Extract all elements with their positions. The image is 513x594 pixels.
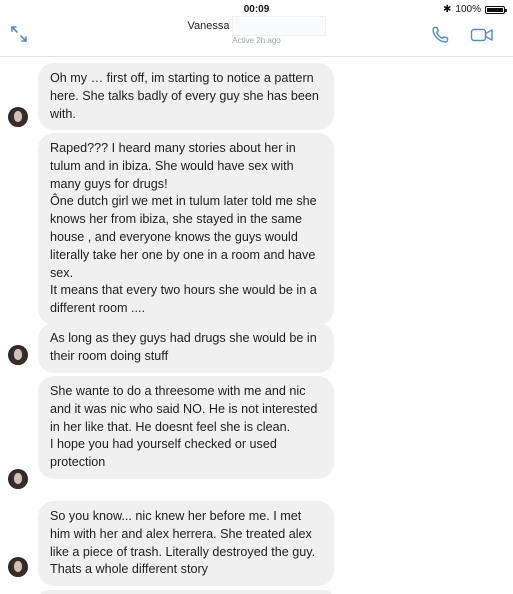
contact-avatar[interactable] — [8, 345, 28, 365]
contact-avatar[interactable] — [8, 107, 28, 127]
message-thread[interactable]: Oh my … first off, im starting to notice… — [0, 57, 513, 594]
battery-fill — [487, 7, 503, 12]
message-bubble[interactable]: Raped??? I heard many stories about her … — [38, 133, 334, 325]
message-bubble[interactable]: So you know... nic knew her before me. I… — [38, 501, 334, 587]
message-bubble-partial[interactable] — [38, 590, 334, 594]
contact-avatar[interactable] — [8, 469, 28, 489]
avatar-face — [14, 349, 22, 360]
conversation-header: Vanessa Active 2h ago — [0, 14, 513, 57]
message-bubble[interactable]: Oh my … first off, im starting to notice… — [38, 63, 334, 131]
avatar-face — [14, 111, 22, 122]
avatar-face — [14, 473, 22, 484]
contact-name-text: Vanessa — [187, 19, 230, 32]
phone-icon[interactable] — [430, 25, 450, 45]
video-camera-icon[interactable] — [470, 27, 494, 43]
contact-name: Vanessa — [188, 16, 326, 36]
message-bubble[interactable]: She wante to do a threesome with me and … — [38, 376, 334, 479]
redacted-surname — [231, 16, 326, 36]
battery-icon — [485, 5, 507, 14]
message-bubble[interactable]: As long as they guys had drugs she would… — [38, 323, 334, 373]
contact-avatar[interactable] — [8, 557, 28, 577]
messenger-screen: 00:09 ✱ 100% Vanessa Active 2h ago Oh my… — [0, 0, 513, 594]
avatar-face — [14, 561, 22, 572]
